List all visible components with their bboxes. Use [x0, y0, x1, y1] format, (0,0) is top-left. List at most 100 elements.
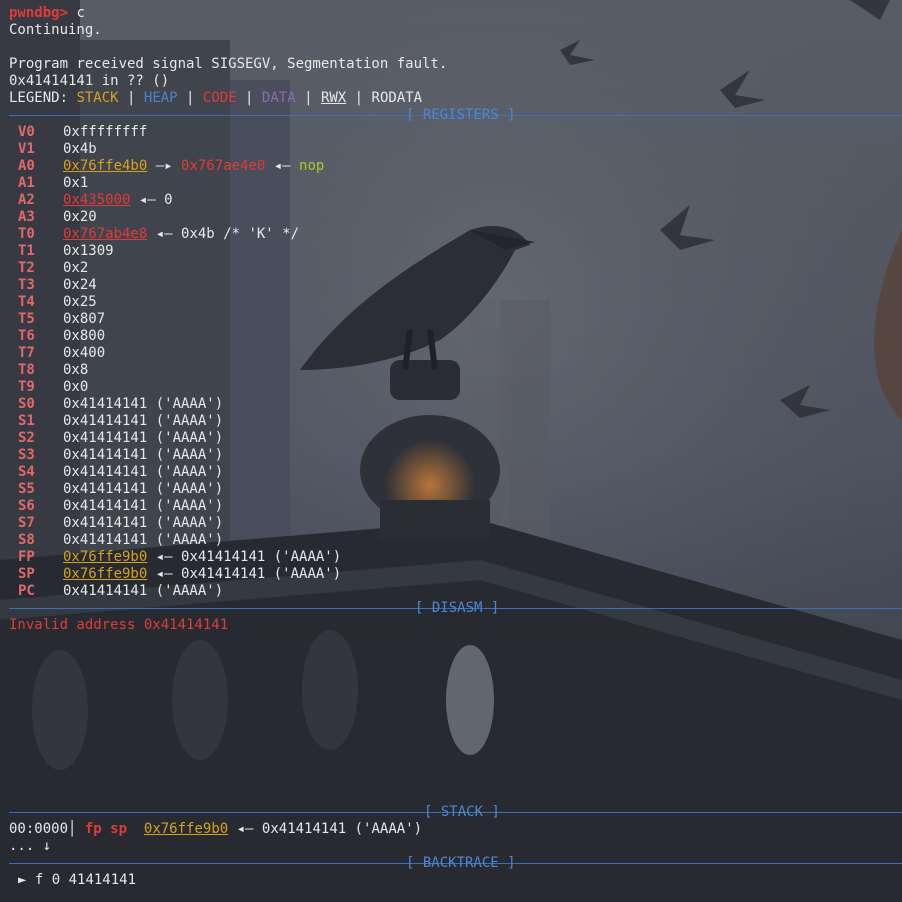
register-row: A0 0x76ffe4b0 —▸ 0x767ae4e0 ◂— nop	[18, 158, 325, 174]
deref-arrow: ◂—	[147, 226, 182, 242]
register-row: A3 0x20	[18, 209, 97, 225]
stack-entry: 00:0000│ fp sp 0x76ffe9b0 ◂— 0x41414141 …	[9, 821, 422, 838]
deref-arrow: ◂—	[130, 192, 165, 208]
register-row: S7 0x41414141 ('AAAA')	[18, 515, 224, 531]
register-row: T8 0x8	[18, 362, 89, 378]
register-row: T0 0x767ab4e8 ◂— 0x4b /* 'K' */	[18, 226, 300, 242]
deref-arrow: ◂—	[265, 158, 300, 174]
register-row: T7 0x400	[18, 345, 106, 361]
register-value: 0x0	[63, 379, 89, 395]
register-value: 0x41414141 ('AAAA')	[63, 396, 224, 412]
legend-sep: |	[118, 90, 144, 106]
register-row: T6 0x800	[18, 328, 106, 344]
register-value[interactable]: 0x767ab4e8	[63, 226, 147, 242]
register-value: 0x4b	[63, 141, 97, 157]
legend-heap: HEAP	[143, 90, 178, 106]
continuing-text: Continuing.	[9, 22, 102, 38]
register-row: SP 0x76ffe9b0 ◂— 0x41414141 ('AAAA')	[18, 566, 342, 582]
deref-arrow: ◂—	[147, 549, 182, 565]
prompt-command: c	[68, 5, 85, 21]
deref-value: 0	[164, 192, 173, 208]
register-row: S5 0x41414141 ('AAAA')	[18, 481, 224, 497]
register-row: A2 0x435000 ◂— 0	[18, 192, 173, 208]
deref-value: 0x41414141 ('AAAA')	[261, 821, 423, 837]
register-value: 0x41414141 ('AAAA')	[63, 413, 224, 429]
register-value[interactable]: 0x76ffe9b0	[63, 566, 147, 582]
registers-header: [ REGISTERS ]	[9, 107, 902, 124]
register-value: 0x24	[63, 277, 97, 293]
disasm-title: [ DISASM ]	[415, 600, 500, 616]
register-value: 0x8	[63, 362, 89, 378]
register-value: 0x41414141 ('AAAA')	[63, 481, 224, 497]
register-row: PC 0x41414141 ('AAAA')	[18, 583, 224, 599]
register-value: 0x41414141 ('AAAA')	[63, 498, 224, 514]
register-value: 0x20	[63, 209, 97, 225]
register-value: 0x2	[63, 260, 89, 276]
legend-sep: |	[236, 90, 262, 106]
register-row: T3 0x24	[18, 277, 97, 293]
register-value: 0x1309	[63, 243, 114, 259]
legend-sep: |	[295, 90, 321, 106]
register-value: 0x41414141 ('AAAA')	[63, 430, 224, 446]
register-value: 0x41414141 ('AAAA')	[63, 447, 224, 463]
deref-arrow: ◂—	[147, 566, 182, 582]
register-row: T1 0x1309	[18, 243, 114, 259]
register-row: S1 0x41414141 ('AAAA')	[18, 413, 224, 429]
legend-label: LEGEND:	[9, 90, 77, 106]
legend-stack: STACK	[76, 90, 119, 106]
register-row: FP 0x76ffe9b0 ◂— 0x41414141 ('AAAA')	[18, 549, 342, 565]
register-value: 0x41414141 ('AAAA')	[63, 515, 224, 531]
legend-data: DATA	[261, 90, 296, 106]
legend-sep: |	[177, 90, 203, 106]
stack-regs: fp sp	[84, 821, 128, 837]
legend-sep: |	[346, 90, 372, 106]
instruction-text: nop	[299, 158, 325, 174]
backtrace-title: [ BACKTRACE ]	[406, 855, 516, 871]
register-value: 0x41414141 ('AAAA')	[63, 583, 224, 599]
register-row: V0 0xffffffff	[18, 124, 148, 140]
stack-index: 00:0000	[9, 821, 69, 837]
register-row: A1 0x1	[18, 175, 89, 191]
stack-more: ... ↓	[9, 838, 52, 854]
register-row: S3 0x41414141 ('AAAA')	[18, 447, 224, 463]
register-value: 0x400	[63, 345, 106, 361]
disasm-header: [ DISASM ]	[9, 600, 902, 617]
register-value: 0x41414141 ('AAAA')	[63, 532, 224, 548]
register-row: T5 0x807	[18, 311, 106, 327]
registers-title: [ REGISTERS ]	[406, 107, 516, 123]
register-value: 0x25	[63, 294, 97, 310]
register-value[interactable]: 0x435000	[63, 192, 130, 208]
register-row: S4 0x41414141 ('AAAA')	[18, 464, 224, 480]
register-value: 0x41414141 ('AAAA')	[63, 464, 224, 480]
signal-text: Program received signal SIGSEGV, Segment…	[9, 56, 448, 72]
stack-title: [ STACK ]	[424, 804, 500, 820]
stack-address[interactable]: 0x76ffe9b0	[144, 821, 228, 837]
deref-value: 0x41414141 ('AAAA')	[181, 566, 342, 582]
legend-code: CODE	[202, 90, 237, 106]
register-value[interactable]: 0x76ffe4b0	[63, 158, 147, 174]
register-row: T2 0x2	[18, 260, 89, 276]
legend-rwx: RWX	[320, 90, 347, 106]
prompt-label: pwndbg>	[9, 5, 69, 21]
code-pointer: 0x767ae4e0	[181, 158, 266, 174]
register-row: T4 0x25	[18, 294, 97, 310]
register-row: S8 0x41414141 ('AAAA')	[18, 532, 224, 548]
stack-bar: │	[68, 821, 85, 837]
register-row: S0 0x41414141 ('AAAA')	[18, 396, 224, 412]
register-value: 0xffffffff	[63, 124, 148, 140]
prompt-line: pwndbg> c	[9, 5, 85, 22]
backtrace-frame: ► f 0 41414141	[18, 872, 136, 889]
stack-header: [ STACK ]	[9, 804, 902, 821]
register-value[interactable]: 0x76ffe9b0	[63, 549, 147, 565]
deref-arrow: ◂—	[228, 821, 262, 837]
register-value: 0x800	[63, 328, 106, 344]
legend-rodata: RODATA	[371, 90, 423, 106]
legend: LEGEND: STACK | HEAP | CODE | DATA | RWX…	[9, 90, 422, 107]
register-row: S2 0x41414141 ('AAAA')	[18, 430, 224, 446]
disasm-message: Invalid address 0x41414141	[9, 617, 229, 633]
terminal-window[interactable]: pwndbg> c Continuing. Program received s…	[0, 0, 902, 902]
location-text: 0x41414141 in ?? ()	[9, 73, 170, 89]
pointer-arrow: —▸	[147, 158, 182, 174]
deref-value: 0x41414141 ('AAAA')	[181, 549, 342, 565]
register-value: 0x807	[63, 311, 106, 327]
